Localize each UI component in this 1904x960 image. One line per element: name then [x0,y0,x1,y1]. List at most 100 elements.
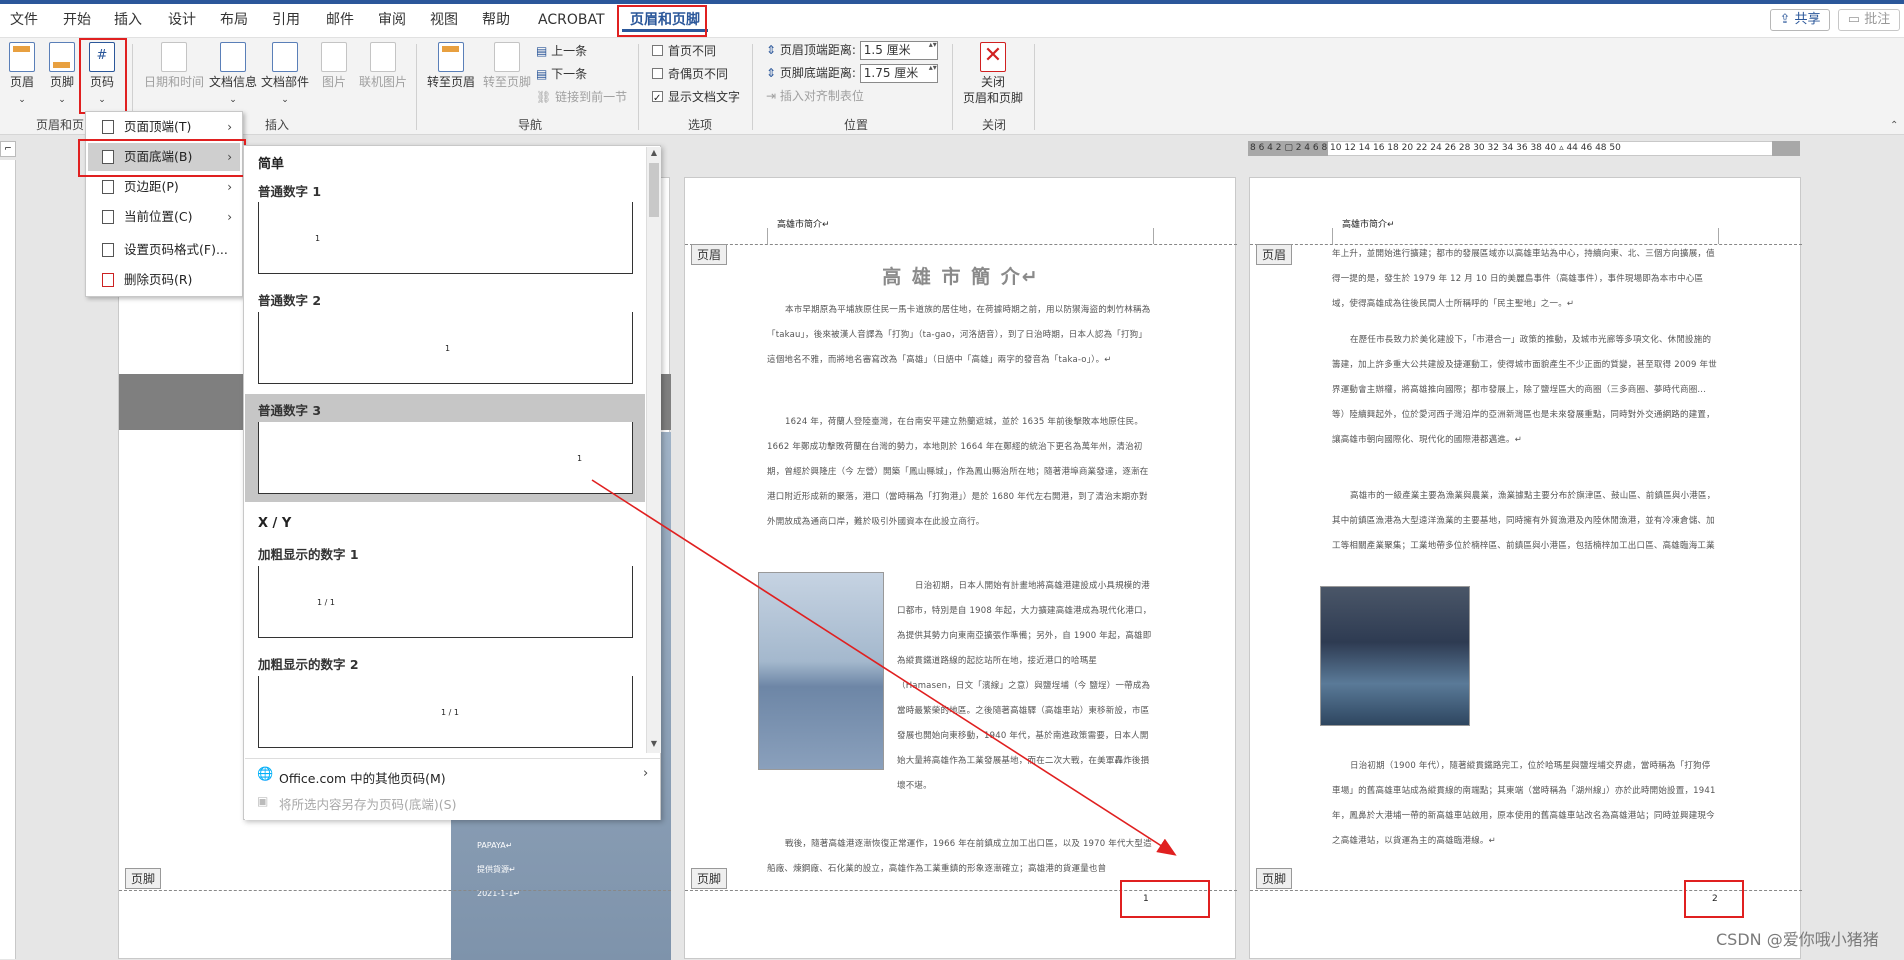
footer-distance-label: 页脚底端距离: [779,66,856,80]
goto-footer-button[interactable]: 转至页脚 [480,42,534,90]
tab-review[interactable]: 审阅 [370,8,414,32]
document-page-2[interactable]: 高雄市简介↵ 页眉 高 雄 市 簡 介↵ 本市早期原為平埔族原住民一馬卡道族的居… [684,177,1237,959]
gallery-item-bold-number-2[interactable]: 1 / 1 [258,676,633,748]
tab-acrobat[interactable]: ACROBAT [530,8,613,32]
gallery-item-title: 加粗显示的数字 1 [258,547,359,562]
group-label-insert: 插入 [264,118,289,132]
tab-mailings[interactable]: 邮件 [318,8,362,32]
running-header[interactable]: 高雄市简介↵ [1342,217,1395,230]
footer-button-label: 页脚 [49,75,74,89]
gallery-item-title: 加粗显示的数字 2 [258,657,359,672]
tab-design[interactable]: 设计 [160,8,204,32]
footer-button[interactable]: 页脚 ⌄ [44,42,80,108]
comment-button[interactable]: ▭ 批注 [1838,9,1900,31]
group-label-position: 位置 [843,118,868,132]
gallery-item-plain-number-1[interactable]: 1 [258,202,633,274]
checkbox-box [652,68,663,79]
page-number-button[interactable]: # 页码 ⌄ [84,42,120,108]
goto-header-label: 转至页眉 [426,75,475,89]
page-number-field[interactable]: 1 [1143,894,1149,904]
online-picture-button[interactable]: 联机图片 [356,42,410,90]
docinfo-button[interactable]: 文档信息 ⌄ [208,42,258,108]
current-position-icon [102,210,114,224]
scroll-up-icon[interactable]: ▲ [648,148,660,160]
docparts-button[interactable]: 文档部件 ⌄ [260,42,310,108]
picture-label: 图片 [321,75,346,89]
tab-help[interactable]: 帮助 [474,8,518,32]
gallery-number: 1 [315,234,321,243]
tab-layout[interactable]: 布局 [212,8,256,32]
group-label-options: 选项 [687,118,712,132]
page-number-field[interactable]: 2 [1712,894,1718,904]
page2-title: 高 雄 市 簡 介↵ [882,266,1040,288]
close-header-footer-button[interactable]: ✕ 关闭 页眉和页脚 [956,42,1030,106]
close-label-2: 页眉和页脚 [962,91,1023,105]
document-page-3[interactable]: 高雄市简介↵ 页眉 年上升，並開始進行擴建；都市的發展區域亦以高雄車站為中心，持… [1249,177,1802,959]
group-separator [416,44,417,130]
menu-item-label: 页面底端(B) [124,149,193,164]
margin-mark [1718,228,1719,244]
picture-button[interactable]: 图片 [314,42,354,90]
next-label: 下一条 [551,67,588,81]
menu-item-format-page-numbers[interactable]: 设置页码格式(F)... [88,236,240,264]
datetime-button[interactable]: 日期和时间 [142,42,206,90]
ship-photo[interactable] [758,572,884,770]
scroll-down-icon[interactable]: ▼ [648,739,660,751]
page2-para: 戰後，隨著高雄港逐漸恢復正常運作，1966 年在前鎮成立加工出口區，以及 197… [767,839,1152,874]
checkbox-box [652,45,663,56]
footer-distance-input[interactable]: 1.75 厘米 [859,63,938,83]
prev-button[interactable]: ▤ 上一条 [536,41,587,61]
header-distance-input[interactable]: 1.5 厘米 [859,40,938,60]
show-text-checkbox[interactable]: 显示文档文字 [652,87,740,109]
footnote-line: 2021-1-1↵ [477,889,521,898]
goto-header-button[interactable]: 转至页眉 [424,42,478,90]
comment-label: 批注 [1864,12,1891,27]
group-separator [952,44,953,130]
group-label-close: 关闭 [981,118,1006,132]
checkbox-box-checked [652,89,663,109]
tab-insert[interactable]: 插入 [106,8,150,32]
diff-oddeven-checkbox[interactable]: 奇偶页不同 [652,64,728,84]
insert-align-tab-button[interactable]: ⇥ 插入对齐制表位 [766,86,864,106]
city-night-photo[interactable] [1320,586,1470,726]
gallery-scrollbar[interactable]: ▲ ▼ [646,147,661,753]
office-more-page-numbers[interactable]: Office.com 中的其他页码(M) [279,768,446,787]
menu-item-bottom-of-page[interactable]: 页面底端(B) › [88,143,240,171]
align-tab-icon: ⇥ [766,89,780,103]
menu-item-page-margins[interactable]: 页边距(P) › [88,173,240,201]
tab-header-footer[interactable]: 页眉和页脚 [622,8,708,32]
docparts-label: 文档部件 [260,75,309,89]
header-button[interactable]: 页眉 ⌄ [4,42,40,108]
tab-view[interactable]: 视图 [422,8,466,32]
globe-icon: 🌐 [257,767,274,782]
chevron-right-icon: › [227,180,232,194]
share-button[interactable]: ⇪ 共享 [1770,9,1830,31]
running-header[interactable]: 高雄市简介↵ [777,217,830,230]
tab-selector-icon[interactable]: ⌐ [0,141,16,157]
gallery-item-bold-number-1[interactable]: 1 / 1 [258,566,633,638]
diff-first-checkbox[interactable]: 首页不同 [652,41,716,61]
diff-first-label: 首页不同 [668,44,717,58]
insert-align-tab-label: 插入对齐制表位 [779,89,864,103]
gallery-item-plain-number-3[interactable]: 1 [258,422,633,494]
menu-item-top-of-page[interactable]: 页面顶端(T) › [88,113,240,141]
gallery-item-plain-number-2[interactable]: 1 [258,312,633,384]
menu-item-remove-page-numbers[interactable]: 删除页码(R) [88,266,240,294]
calendar-icon [161,42,187,72]
tab-file[interactable]: 文件 [2,8,46,32]
gallery-section-xy: X / Y [258,516,292,531]
save-selection-to-gallery[interactable]: 将所选内容另存为页码(底端)(S) [279,794,456,813]
page2-para: 1624 年，荷蘭人登陸臺灣，在台南安平建立熱蘭遮城，並於 1635 年前後擊敗… [767,417,1149,527]
gallery-number: 1 / 1 [317,598,335,607]
scrollbar-thumb[interactable] [649,163,659,217]
title-strip [0,0,1904,4]
link-previous-button[interactable]: ⛓ 链接到前一节 [536,87,627,107]
menu-item-current-position[interactable]: 当前位置(C) › [88,203,240,231]
vertical-ruler[interactable] [0,160,16,959]
tab-references[interactable]: 引用 [264,8,308,32]
collapse-ribbon-icon[interactable]: ⌃ [1890,120,1898,131]
tab-home[interactable]: 开始 [55,8,99,32]
margin-mark [1153,228,1154,244]
gallery-number: 1 / 1 [441,708,459,717]
next-button[interactable]: ▤ 下一条 [536,64,587,84]
